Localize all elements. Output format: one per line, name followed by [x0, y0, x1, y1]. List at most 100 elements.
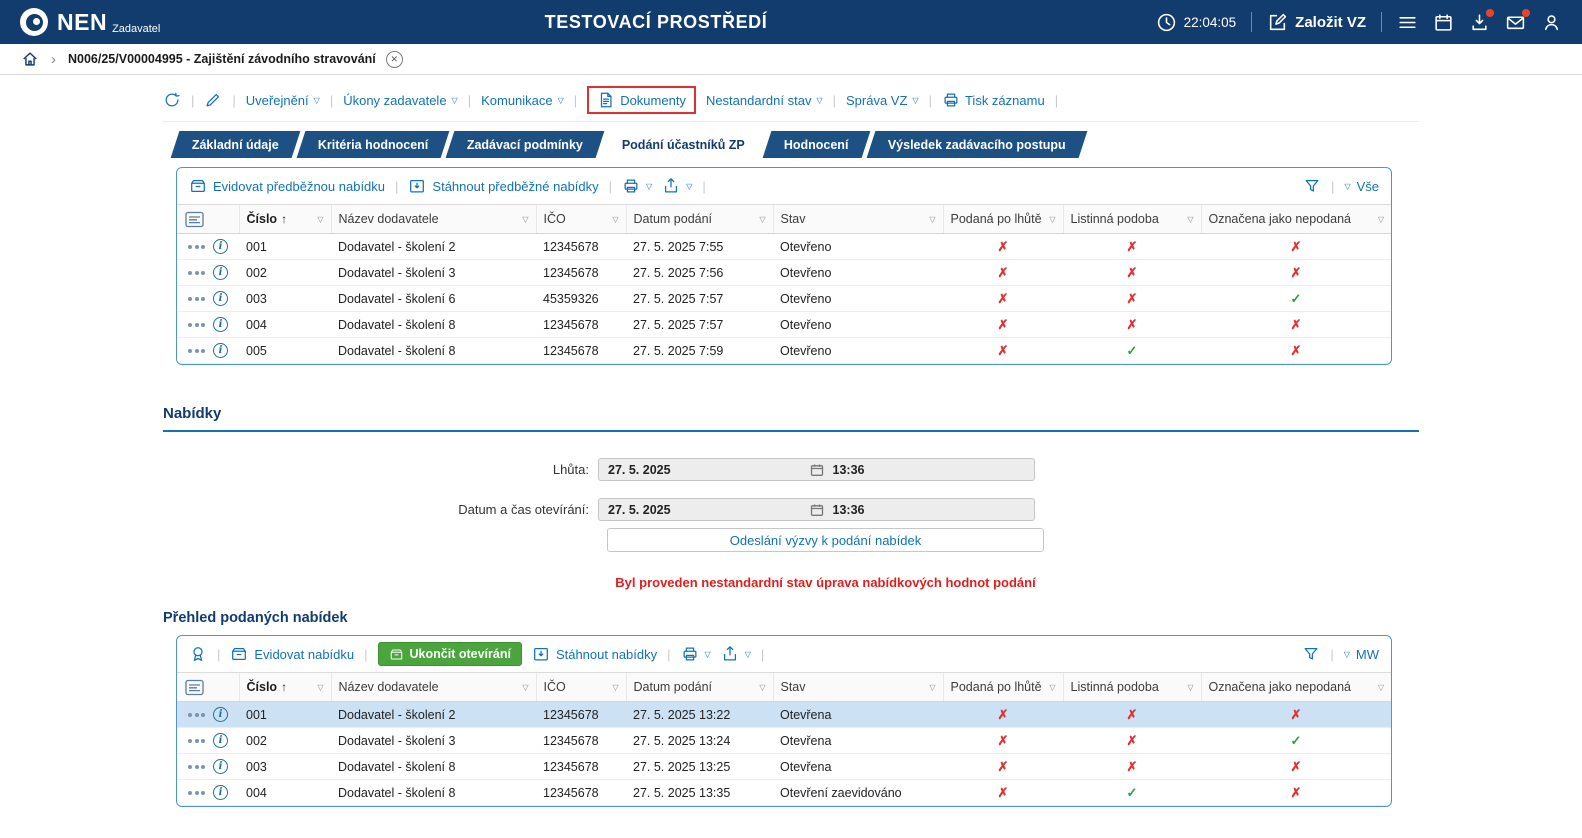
menu-ukony-zadavatele[interactable]: Úkony zadavatele▽	[343, 93, 458, 108]
row-menu-icon[interactable]	[188, 297, 205, 301]
stahnout-nabidky-button[interactable]: Stáhnout nabídky	[532, 645, 657, 663]
table-row[interactable]: i 001 Dodavatel - školení 2 12345678 27.…	[177, 234, 1391, 260]
column-header-cislo[interactable]: Číslo↑▽	[239, 673, 331, 702]
menu-nestandardni-stav[interactable]: Nestandardní stav▽	[706, 93, 823, 108]
menu-button[interactable]	[1397, 12, 1418, 33]
column-chooser-header[interactable]	[177, 205, 239, 234]
calendar-icon[interactable]	[810, 503, 824, 517]
menu-uverejneni[interactable]: Uveřejnění▽	[246, 93, 320, 108]
table-row[interactable]: i 005 Dodavatel - školení 8 12345678 27.…	[177, 338, 1391, 364]
filter-caret-icon[interactable]: ▽	[759, 683, 765, 692]
history-icon[interactable]	[163, 91, 181, 109]
messages-button[interactable]	[1505, 12, 1526, 33]
edit-pencil-icon[interactable]	[204, 91, 222, 109]
column-header-cislo[interactable]: Číslo↑▽	[239, 205, 331, 234]
downloads-button[interactable]	[1469, 12, 1490, 33]
otevirani-time-input[interactable]: 13:36	[824, 503, 1035, 517]
filter-caret-icon[interactable]: ▽	[1378, 683, 1384, 692]
info-icon[interactable]: i	[213, 785, 228, 800]
view-selector[interactable]: ▽ MW	[1344, 647, 1379, 662]
row-menu-icon[interactable]	[188, 323, 205, 327]
table-row[interactable]: i 004 Dodavatel - školení 8 12345678 27.…	[177, 780, 1391, 806]
filter-caret-icon[interactable]: ▽	[317, 215, 323, 224]
column-header-ico[interactable]: IČO▽	[536, 205, 626, 234]
column-header-nazev[interactable]: Název dodavatele▽	[331, 673, 536, 702]
row-menu-icon[interactable]	[188, 765, 205, 769]
close-record-icon[interactable]: ✕	[386, 51, 403, 68]
row-menu-icon[interactable]	[188, 271, 205, 275]
filter-funnel-icon[interactable]	[1303, 177, 1321, 195]
print-record-button[interactable]: Tisk záznamu	[942, 91, 1045, 109]
profile-button[interactable]	[1541, 12, 1562, 33]
info-icon[interactable]: i	[213, 759, 228, 774]
table-row[interactable]: i 002 Dodavatel - školení 3 12345678 27.…	[177, 260, 1391, 286]
row-menu-icon[interactable]	[188, 245, 205, 249]
tab-vysledek[interactable]: Výsledek zadávacího postupu	[866, 131, 1087, 158]
filter-caret-icon[interactable]: ▽	[1049, 215, 1055, 224]
filter-caret-icon[interactable]: ▽	[1378, 215, 1384, 224]
column-header-ico[interactable]: IČO▽	[536, 673, 626, 702]
tab-kriteria-hodnoceni[interactable]: Kritéria hodnocení	[296, 131, 449, 158]
row-menu-icon[interactable]	[188, 713, 205, 717]
column-header-nepodana[interactable]: Označena jako nepodaná▽	[1201, 673, 1391, 702]
tab-zadavaci-podminky[interactable]: Zadávací podmínky	[446, 131, 605, 158]
tab-podani-ucastniku[interactable]: Podání účastníků ZP	[601, 131, 767, 158]
filter-caret-icon[interactable]: ▽	[317, 683, 323, 692]
filter-caret-icon[interactable]: ▽	[1187, 683, 1193, 692]
tab-zakladni-udaje[interactable]: Základní údaje	[171, 131, 301, 158]
export-table-button[interactable]: ▽	[662, 177, 692, 195]
column-header-datum[interactable]: Datum podání▽	[626, 673, 773, 702]
medal-icon[interactable]	[189, 645, 207, 663]
column-chooser-header[interactable]	[177, 673, 239, 702]
nen-logo[interactable]: NEN Zadavatel	[20, 8, 164, 36]
row-menu-icon[interactable]	[188, 349, 205, 353]
table-row[interactable]: i 004 Dodavatel - školení 8 12345678 27.…	[177, 312, 1391, 338]
otevirani-date-input[interactable]: 27. 5. 2025	[599, 503, 810, 517]
menu-dokumenty[interactable]: Dokumenty	[597, 91, 686, 109]
odeslani-vyzvy-button[interactable]: Odeslání výzvy k podání nabídek	[607, 528, 1044, 552]
info-icon[interactable]: i	[213, 291, 228, 306]
row-menu-icon[interactable]	[188, 791, 205, 795]
info-icon[interactable]: i	[213, 733, 228, 748]
lhuta-date-input[interactable]: 27. 5. 2025	[599, 463, 810, 477]
column-header-po-lhute[interactable]: Podaná po lhůtě▽	[943, 205, 1063, 234]
filter-caret-icon[interactable]: ▽	[929, 215, 935, 224]
filter-caret-icon[interactable]: ▽	[1187, 215, 1193, 224]
table-row[interactable]: i 003 Dodavatel - školení 6 45359326 27.…	[177, 286, 1391, 312]
ukoncit-otevirani-button[interactable]: Ukončit otevírání	[378, 642, 522, 666]
column-header-nepodana[interactable]: Označena jako nepodaná▽	[1201, 205, 1391, 234]
filter-caret-icon[interactable]: ▽	[522, 683, 528, 692]
info-icon[interactable]: i	[213, 707, 228, 722]
table-row[interactable]: i 002 Dodavatel - školení 3 12345678 27.…	[177, 728, 1391, 754]
calendar-icon[interactable]	[810, 463, 824, 477]
home-icon[interactable]	[21, 50, 39, 68]
evidovat-nabidku-button[interactable]: Evidovat nabídku	[230, 645, 354, 663]
stahnout-predbezne-button[interactable]: Stáhnout předběžné nabídky	[408, 177, 598, 195]
column-header-stav[interactable]: Stav▽	[773, 673, 943, 702]
filter-caret-icon[interactable]: ▽	[522, 215, 528, 224]
menu-komunikace[interactable]: Komunikace▽	[481, 93, 564, 108]
column-header-stav[interactable]: Stav▽	[773, 205, 943, 234]
filter-funnel-icon[interactable]	[1302, 645, 1320, 663]
export-table-button[interactable]: ▽	[721, 645, 751, 663]
table-row[interactable]: i 003 Dodavatel - školení 8 12345678 27.…	[177, 754, 1391, 780]
column-header-po-lhute[interactable]: Podaná po lhůtě▽	[943, 673, 1063, 702]
info-icon[interactable]: i	[213, 317, 228, 332]
row-menu-icon[interactable]	[188, 739, 205, 743]
info-icon[interactable]: i	[213, 343, 228, 358]
filter-caret-icon[interactable]: ▽	[759, 215, 765, 224]
calendar-button[interactable]	[1433, 12, 1454, 33]
print-table-button[interactable]: ▽	[622, 177, 652, 195]
filter-caret-icon[interactable]: ▽	[929, 683, 935, 692]
menu-sprava-vz[interactable]: Správa VZ▽	[846, 93, 919, 108]
print-table-button[interactable]: ▽	[681, 645, 711, 663]
table-row-selected[interactable]: i 001 Dodavatel - školení 2 12345678 27.…	[177, 702, 1391, 728]
info-icon[interactable]: i	[213, 239, 228, 254]
evidovat-predbeznou-button[interactable]: Evidovat předběžnou nabídku	[189, 177, 385, 195]
view-selector[interactable]: ▽ Vše	[1344, 179, 1379, 194]
filter-caret-icon[interactable]: ▽	[612, 215, 618, 224]
column-header-listinna[interactable]: Listinná podoba▽	[1063, 205, 1201, 234]
filter-caret-icon[interactable]: ▽	[612, 683, 618, 692]
breadcrumb-record-tab[interactable]: N006/25/V00004995 - Zajištění závodního …	[68, 52, 376, 66]
column-header-listinna[interactable]: Listinná podoba▽	[1063, 673, 1201, 702]
